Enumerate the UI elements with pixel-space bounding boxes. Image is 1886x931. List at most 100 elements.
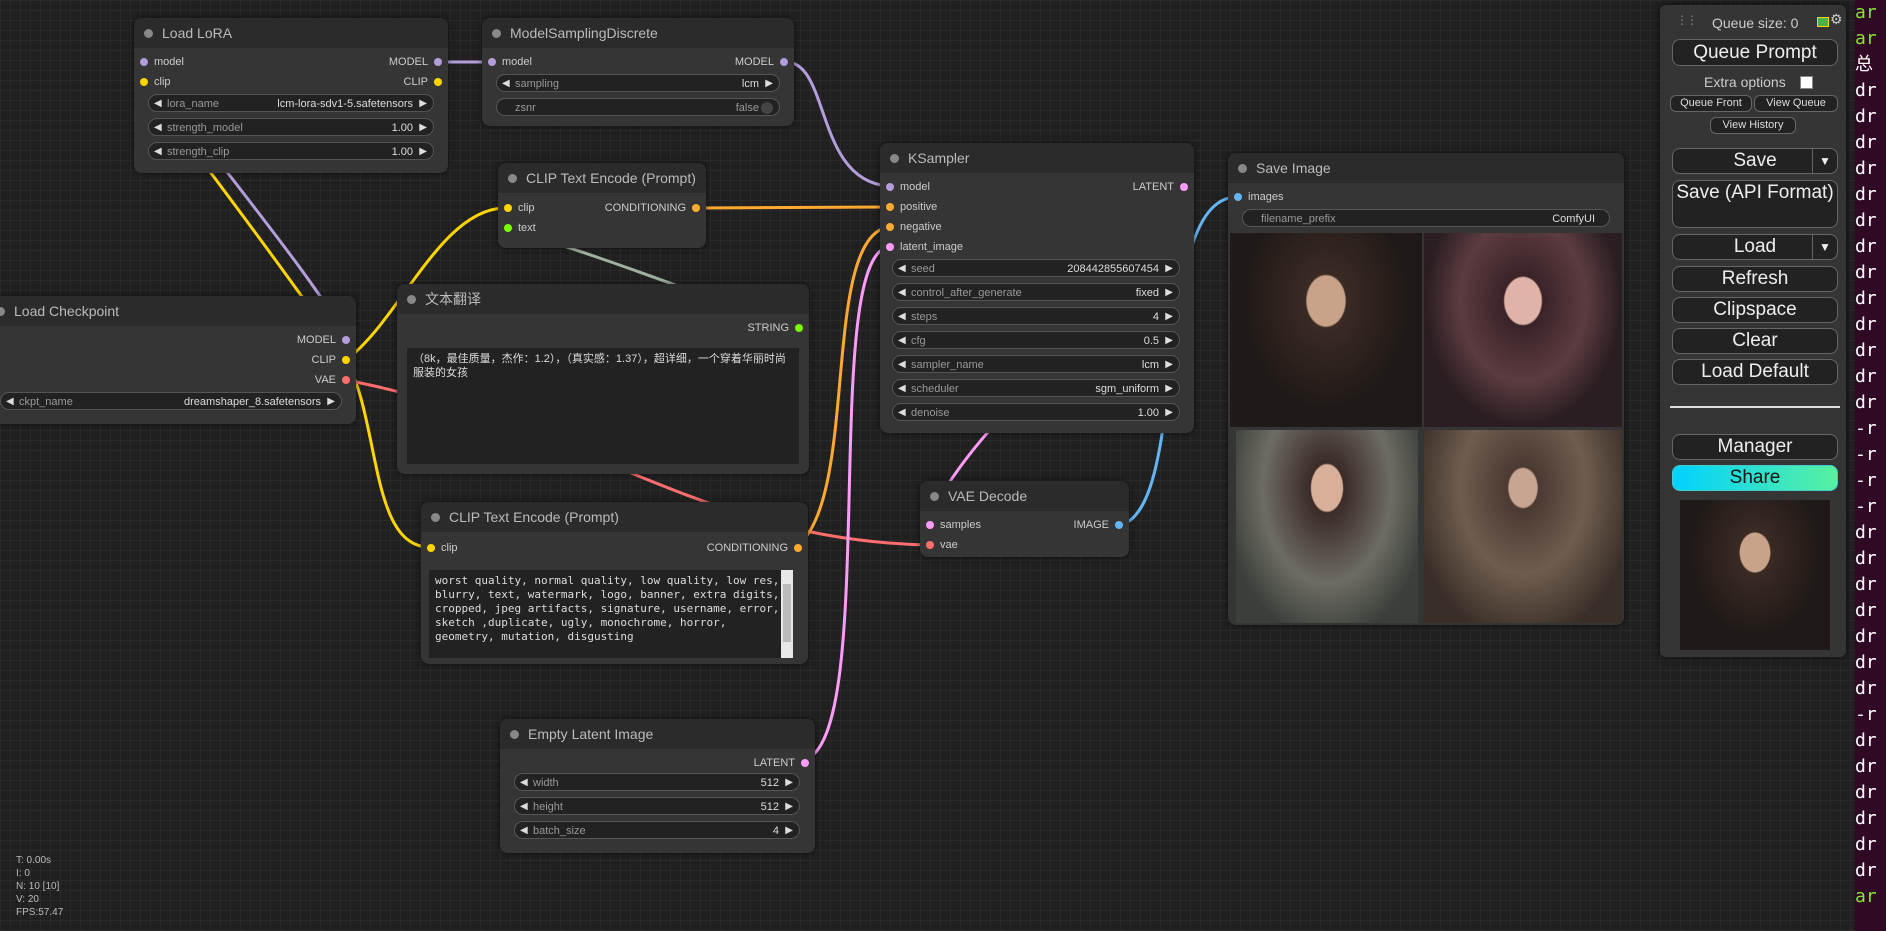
collapse-dot-icon[interactable]	[930, 492, 939, 501]
widget-strength-model[interactable]: ◀ strength_model 1.00 ▶	[148, 118, 434, 136]
scrollbar-thumb[interactable]	[783, 584, 791, 642]
widget-seed[interactable]: ◀ seed 208442855607454 ▶	[892, 259, 1180, 277]
load-default-button[interactable]: Load Default	[1672, 359, 1838, 385]
widget-batch-size[interactable]: ◀ batch_size 4 ▶	[514, 821, 800, 839]
collapse-dot-icon[interactable]	[0, 307, 5, 316]
queue-prompt-button[interactable]: Queue Prompt	[1672, 39, 1838, 66]
node-ksampler[interactable]: KSampler model positive negative latent_…	[880, 143, 1194, 433]
widget-sampler-name[interactable]: ◀ sampler_name lcm ▶	[892, 355, 1180, 373]
collapse-dot-icon[interactable]	[431, 513, 440, 522]
widget-zsnr-toggle[interactable]: zsnr false	[496, 98, 780, 116]
node-clip-text-encode-negative[interactable]: CLIP Text Encode (Prompt) clip CONDITION…	[421, 502, 808, 664]
output-slot-model[interactable]: MODEL	[297, 333, 350, 347]
collapse-dot-icon[interactable]	[510, 730, 519, 739]
widget-cfg[interactable]: ◀ cfg 0.5 ▶	[892, 331, 1180, 349]
input-slot-images[interactable]: images	[1234, 190, 1283, 204]
node-load-checkpoint[interactable]: Load Checkpoint MODEL CLIP VAE ◀ ckpt_nam…	[0, 296, 356, 424]
widget-height[interactable]: ◀ height 512 ▶	[514, 797, 800, 815]
node-title[interactable]: Load Checkpoint	[0, 296, 356, 326]
textarea-scrollbar[interactable]	[781, 570, 793, 658]
collapse-dot-icon[interactable]	[508, 174, 517, 183]
image-icon[interactable]	[1817, 17, 1829, 27]
output-slot-model[interactable]: MODEL	[735, 55, 788, 69]
widget-scheduler[interactable]: ◀ scheduler sgm_uniform ▶	[892, 379, 1180, 397]
collapse-dot-icon[interactable]	[890, 154, 899, 163]
input-slot-negative[interactable]: negative	[886, 220, 942, 234]
save-api-format-button[interactable]: Save (API Format)	[1672, 180, 1838, 228]
input-slot-text[interactable]: text	[504, 221, 536, 235]
node-title[interactable]: KSampler	[880, 143, 1194, 173]
widget-lora-name[interactable]: ◀ lora_name lcm-lora-sdv1-5.safetensors ▶	[148, 94, 434, 112]
output-slot-latent[interactable]: LATENT	[1133, 180, 1188, 194]
node-vae-decode[interactable]: VAE Decode samples vae IMAGE	[920, 481, 1129, 557]
input-slot-samples[interactable]: samples	[926, 518, 981, 532]
load-button[interactable]: Load ▼	[1672, 234, 1838, 260]
collapse-dot-icon[interactable]	[407, 295, 416, 304]
output-slot-model[interactable]: MODEL	[389, 55, 442, 69]
output-image-2[interactable]	[1424, 233, 1622, 427]
widget-denoise[interactable]: ◀ denoise 1.00 ▶	[892, 403, 1180, 421]
save-button[interactable]: Save ▼	[1672, 148, 1838, 174]
node-title[interactable]: Empty Latent Image	[500, 719, 815, 749]
input-slot-clip[interactable]: clip	[140, 75, 171, 89]
clear-button[interactable]: Clear	[1672, 328, 1838, 354]
input-slot-model[interactable]: model	[488, 55, 532, 69]
node-title[interactable]: ModelSamplingDiscrete	[482, 18, 794, 48]
output-slot-conditioning[interactable]: CONDITIONING	[707, 541, 802, 555]
dropdown-arrow-icon[interactable]: ▼	[1812, 235, 1837, 259]
input-slot-vae[interactable]: vae	[926, 538, 958, 552]
dropdown-arrow-icon[interactable]: ▼	[1812, 149, 1837, 173]
negative-prompt-textarea[interactable]: worst quality, normal quality, low quali…	[429, 570, 789, 658]
node-text-translate[interactable]: 文本翻译 STRING （8k，最佳质量，杰作：1.2），（真实感：1.37），…	[397, 284, 809, 474]
node-title[interactable]: Load LoRA	[134, 18, 448, 48]
node-title[interactable]: CLIP Text Encode (Prompt)	[498, 163, 706, 193]
node-save-image[interactable]: Save Image images filename_prefix ComfyUI	[1228, 153, 1624, 625]
output-image-1[interactable]	[1230, 233, 1422, 427]
node-load-lora[interactable]: Load LoRA model clip MODEL CLIP ◀ lora_na…	[134, 18, 448, 173]
share-button[interactable]: Share	[1672, 465, 1838, 491]
extra-options-checkbox[interactable]	[1800, 76, 1813, 89]
manager-button[interactable]: Manager	[1672, 434, 1838, 460]
side-menu-panel[interactable]: ⋮⋮ Queue size: 0 ⚙ Queue Prompt Extra op…	[1660, 5, 1846, 657]
preview-thumbnail[interactable]	[1680, 500, 1830, 650]
node-title[interactable]: CLIP Text Encode (Prompt)	[421, 502, 808, 532]
input-slot-latent-image[interactable]: latent_image	[886, 240, 963, 254]
widget-filename-prefix[interactable]: filename_prefix ComfyUI	[1242, 209, 1610, 227]
output-slot-vae[interactable]: VAE	[315, 373, 350, 387]
node-model-sampling-discrete[interactable]: ModelSamplingDiscrete model MODEL ◀ sampl…	[482, 18, 794, 126]
output-slot-image[interactable]: IMAGE	[1074, 518, 1123, 532]
output-slot-clip[interactable]: CLIP	[312, 353, 350, 367]
drag-handle-icon[interactable]: ⋮⋮	[1676, 13, 1698, 27]
node-title[interactable]: VAE Decode	[920, 481, 1129, 511]
output-image-4[interactable]	[1424, 430, 1622, 623]
widget-sampling[interactable]: ◀ sampling lcm ▶	[496, 74, 780, 92]
node-title[interactable]: Save Image	[1228, 153, 1624, 183]
view-queue-button[interactable]: View Queue	[1754, 95, 1838, 112]
widget-strength-clip[interactable]: ◀ strength_clip 1.00 ▶	[148, 142, 434, 160]
widget-width[interactable]: ◀ width 512 ▶	[514, 773, 800, 791]
collapse-dot-icon[interactable]	[1238, 164, 1247, 173]
input-slot-model[interactable]: model	[140, 55, 184, 69]
node-clip-text-encode-positive[interactable]: CLIP Text Encode (Prompt) clip text COND…	[498, 163, 706, 248]
queue-front-button[interactable]: Queue Front	[1670, 95, 1752, 112]
widget-steps[interactable]: ◀ steps 4 ▶	[892, 307, 1180, 325]
input-slot-positive[interactable]: positive	[886, 200, 937, 214]
translate-textarea[interactable]: （8k，最佳质量，杰作：1.2），（真实感：1.37），超详细，一个穿着华丽时尚…	[407, 348, 799, 464]
output-slot-string[interactable]: STRING	[747, 321, 803, 335]
widget-ckpt-name[interactable]: ◀ ckpt_name dreamshaper_8.safetensors ▶	[0, 392, 342, 410]
output-slot-latent[interactable]: LATENT	[754, 756, 809, 770]
input-slot-model[interactable]: model	[886, 180, 930, 194]
output-image-3[interactable]	[1236, 430, 1418, 623]
node-title[interactable]: 文本翻译	[397, 284, 809, 314]
output-slot-conditioning[interactable]: CONDITIONING	[605, 201, 700, 215]
view-history-button[interactable]: View History	[1710, 117, 1796, 134]
node-empty-latent-image[interactable]: Empty Latent Image LATENT ◀ width 512 ▶ ◀ he…	[500, 719, 815, 853]
widget-control-after-generate[interactable]: ◀ control_after_generate fixed ▶	[892, 283, 1180, 301]
collapse-dot-icon[interactable]	[144, 29, 153, 38]
clipspace-button[interactable]: Clipspace	[1672, 297, 1838, 323]
refresh-button[interactable]: Refresh	[1672, 266, 1838, 292]
gear-icon[interactable]: ⚙	[1830, 11, 1843, 28]
input-slot-clip[interactable]: clip	[427, 541, 458, 555]
collapse-dot-icon[interactable]	[492, 29, 501, 38]
input-slot-clip[interactable]: clip	[504, 201, 535, 215]
